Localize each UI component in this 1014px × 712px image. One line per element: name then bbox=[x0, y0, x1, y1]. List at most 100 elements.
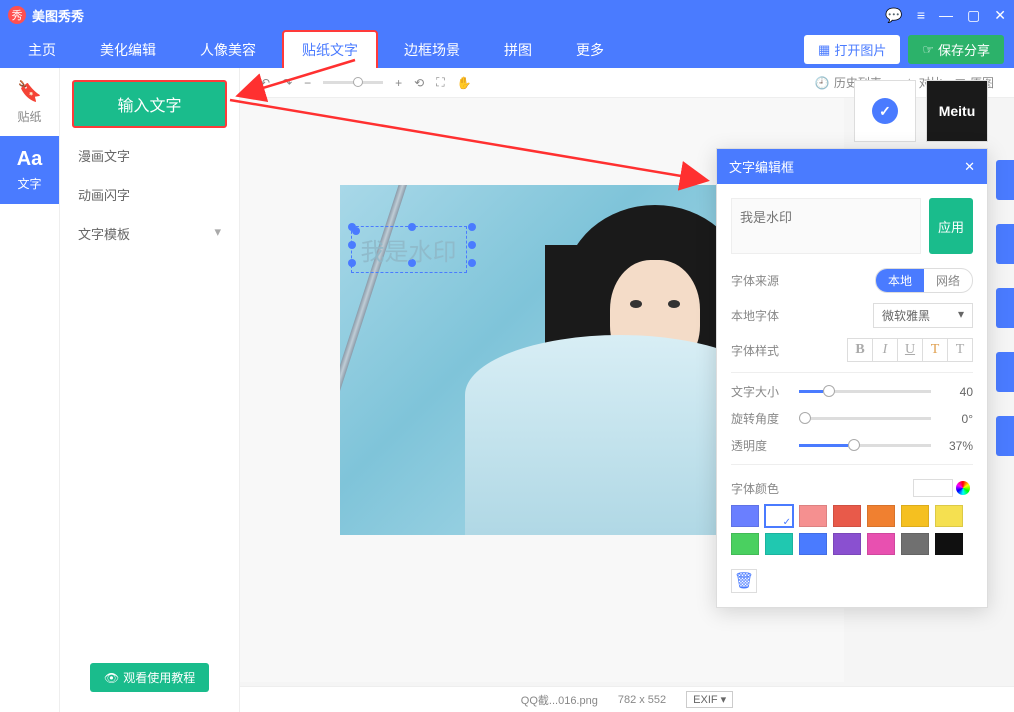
tutorial-button[interactable]: 👁 观看使用教程 bbox=[90, 663, 209, 692]
color-swatch[interactable] bbox=[765, 505, 793, 527]
image-icon: ▦ bbox=[818, 42, 830, 58]
redo-icon[interactable]: ↷ bbox=[282, 76, 292, 90]
right-thumbnails: M u ✓ Meitu bbox=[854, 80, 1004, 142]
vtab-text[interactable]: Aa 文字 bbox=[0, 136, 59, 204]
peek-item[interactable] bbox=[996, 416, 1014, 456]
open-image-label: 打开图片 bbox=[834, 40, 886, 59]
opacity-slider[interactable] bbox=[799, 444, 931, 447]
source-net-option[interactable]: 网络 bbox=[924, 269, 972, 292]
local-font-label: 本地字体 bbox=[731, 307, 791, 324]
zoom-in-icon[interactable]: + bbox=[395, 76, 402, 90]
hand-icon[interactable]: ✋ bbox=[457, 76, 472, 90]
text-content-input[interactable] bbox=[731, 198, 921, 254]
check-icon: ✓ bbox=[872, 98, 898, 124]
nav-tab-sticker-text[interactable]: 贴纸文字 bbox=[282, 30, 378, 68]
popup-close-icon[interactable]: ✕ bbox=[964, 159, 975, 175]
color-swatch[interactable] bbox=[901, 505, 929, 527]
color-swatch[interactable] bbox=[799, 533, 827, 555]
undo-icon[interactable]: ↶ bbox=[260, 76, 270, 90]
color-swatch[interactable] bbox=[867, 505, 895, 527]
open-image-button[interactable]: ▦ 打开图片 bbox=[804, 35, 900, 64]
text-size-value: 40 bbox=[939, 385, 973, 399]
thumb-style-1[interactable]: M u ✓ bbox=[854, 80, 916, 142]
color-swatch[interactable] bbox=[867, 533, 895, 555]
vtab-sticker[interactable]: 🔖 贴纸 bbox=[0, 68, 59, 136]
apply-button[interactable]: 应用 bbox=[929, 198, 973, 254]
opacity-label: 透明度 bbox=[731, 437, 791, 454]
dropdown-menu-icon[interactable]: ≡ bbox=[917, 7, 925, 23]
input-text-button[interactable]: 输入文字 bbox=[72, 80, 227, 128]
italic-button[interactable]: I bbox=[872, 338, 898, 362]
text-icon: Aa bbox=[17, 148, 43, 171]
nav-tab-border[interactable]: 边框场景 bbox=[386, 32, 478, 68]
peek-item[interactable] bbox=[996, 352, 1014, 392]
main-nav: 主页 美化编辑 人像美容 贴纸文字 边框场景 拼图 更多 ▦ 打开图片 ☞ 保存… bbox=[0, 30, 1014, 68]
text-size-label: 文字大小 bbox=[731, 383, 791, 400]
color-swatch[interactable] bbox=[833, 505, 861, 527]
status-dimensions: 782 x 552 bbox=[618, 694, 666, 706]
image-subject bbox=[465, 205, 745, 535]
font-source-label: 字体来源 bbox=[731, 272, 791, 289]
eye-icon: 👁 bbox=[104, 671, 119, 685]
peek-item[interactable] bbox=[996, 224, 1014, 264]
font-value: 微软雅黑 bbox=[882, 307, 930, 324]
exif-button[interactable]: EXIF ▾ bbox=[686, 691, 733, 708]
fit-icon[interactable]: ⛶ bbox=[436, 75, 444, 90]
chevron-down-icon: ▾ bbox=[958, 307, 964, 324]
zoom-slider[interactable] bbox=[323, 81, 383, 84]
color-preview[interactable] bbox=[913, 479, 953, 497]
underline-button[interactable]: U bbox=[897, 338, 923, 362]
watermark-text: 我是水印 bbox=[361, 239, 457, 266]
input-text-label: 输入文字 bbox=[117, 98, 181, 115]
chat-icon[interactable]: 💬 bbox=[885, 7, 902, 24]
canvas-image[interactable]: 我是水印 bbox=[340, 185, 745, 535]
close-icon[interactable]: ✕ bbox=[994, 7, 1006, 24]
popup-header[interactable]: 文字编辑框 ✕ bbox=[717, 149, 987, 184]
nav-tab-home[interactable]: 主页 bbox=[10, 32, 74, 68]
save-share-button[interactable]: ☞ 保存分享 bbox=[908, 35, 1004, 64]
minimize-icon[interactable]: — bbox=[939, 7, 953, 23]
bold-button[interactable]: B bbox=[847, 338, 873, 362]
app-title: 美图秀秀 bbox=[32, 6, 885, 25]
watermark-text-box[interactable]: 我是水印 bbox=[355, 230, 463, 269]
app-logo-icon: 秀 bbox=[8, 6, 26, 24]
color-swatch[interactable] bbox=[935, 533, 963, 555]
tutorial-label: 观看使用教程 bbox=[123, 669, 195, 686]
opacity-value: 37% bbox=[939, 439, 973, 453]
thumb-style-2[interactable]: Meitu bbox=[926, 80, 988, 142]
nav-tab-collage[interactable]: 拼图 bbox=[486, 32, 550, 68]
color-swatch[interactable] bbox=[833, 533, 861, 555]
delete-button[interactable]: 🗑 bbox=[731, 569, 757, 593]
titlebar: 秀 美图秀秀 💬 ≡ — ▢ ✕ bbox=[0, 0, 1014, 30]
vertical-tabs: 🔖 贴纸 Aa 文字 bbox=[0, 68, 60, 712]
rotation-label: 旋转角度 bbox=[731, 410, 791, 427]
text-style-button-2[interactable]: T bbox=[947, 338, 973, 362]
peek-item[interactable] bbox=[996, 160, 1014, 200]
side-item-comic-text[interactable]: 漫画文字 bbox=[72, 136, 227, 175]
text-editor-popup: 文字编辑框 ✕ 应用 字体来源 本地 网络 本地字体 微软雅黑 ▾ 字体样式 B bbox=[716, 148, 988, 608]
color-swatch[interactable] bbox=[935, 505, 963, 527]
nav-tab-beautify[interactable]: 美化编辑 bbox=[82, 32, 174, 68]
color-swatch[interactable] bbox=[799, 505, 827, 527]
color-swatch[interactable] bbox=[765, 533, 793, 555]
bookmark-icon: 🔖 bbox=[17, 79, 42, 104]
text-size-slider[interactable] bbox=[799, 390, 931, 393]
color-swatch[interactable] bbox=[731, 533, 759, 555]
color-swatch[interactable] bbox=[901, 533, 929, 555]
side-item-anim-text[interactable]: 动画闪字 bbox=[72, 175, 227, 214]
trash-icon: 🗑 bbox=[734, 571, 754, 591]
text-style-button-1[interactable]: T bbox=[922, 338, 948, 362]
side-item-template[interactable]: 文字模板 bbox=[72, 214, 227, 253]
zoom-out-icon[interactable]: − bbox=[304, 76, 311, 90]
color-swatch[interactable] bbox=[731, 505, 759, 527]
nav-tab-portrait[interactable]: 人像美容 bbox=[182, 32, 274, 68]
rotation-slider[interactable] bbox=[799, 417, 931, 420]
nav-tab-more[interactable]: 更多 bbox=[558, 32, 622, 68]
peek-item[interactable] bbox=[996, 288, 1014, 328]
source-local-option[interactable]: 本地 bbox=[876, 269, 924, 292]
rotate-icon[interactable]: ⟲ bbox=[414, 76, 424, 90]
clock-icon: 🕘 bbox=[815, 76, 830, 90]
maximize-icon[interactable]: ▢ bbox=[967, 7, 980, 24]
font-family-select[interactable]: 微软雅黑 ▾ bbox=[873, 303, 973, 328]
font-source-segment: 本地 网络 bbox=[875, 268, 973, 293]
